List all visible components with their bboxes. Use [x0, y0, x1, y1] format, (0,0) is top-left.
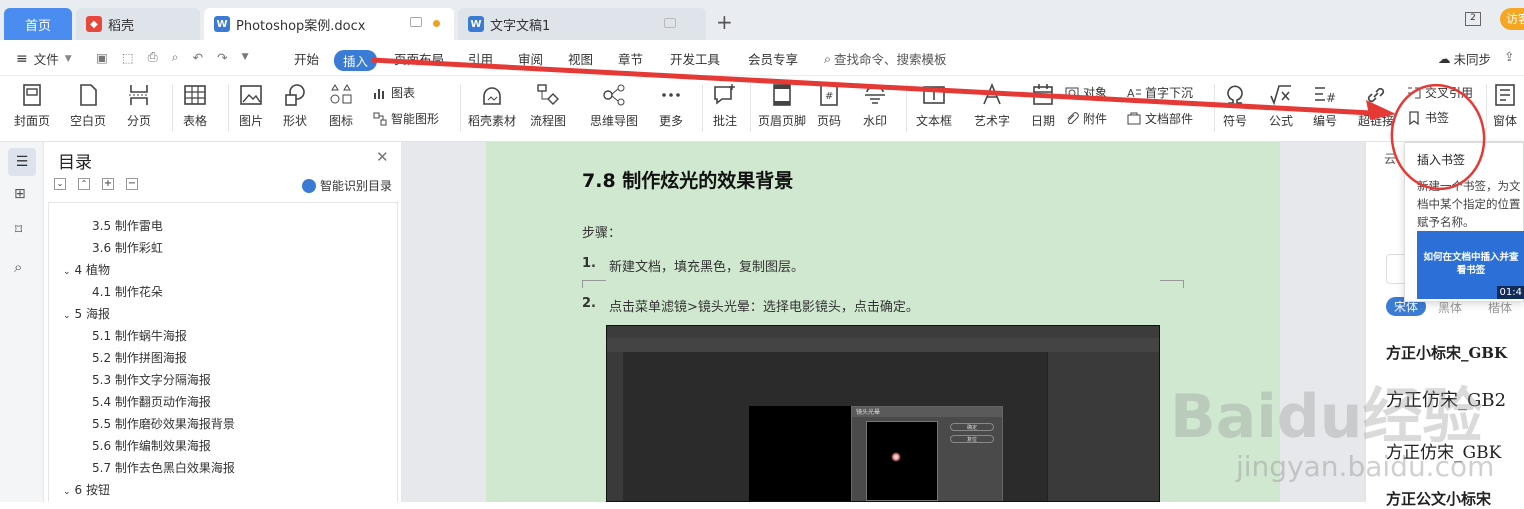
- watermark-url: jingyan.baidu.com: [1236, 450, 1495, 483]
- annotation-arrow-line: [371, 57, 1391, 117]
- watermark-logo: Baidu经验: [1170, 382, 1483, 452]
- annotation-arrow-head: [1366, 100, 1396, 120]
- annotation-circle: [1390, 83, 1486, 191]
